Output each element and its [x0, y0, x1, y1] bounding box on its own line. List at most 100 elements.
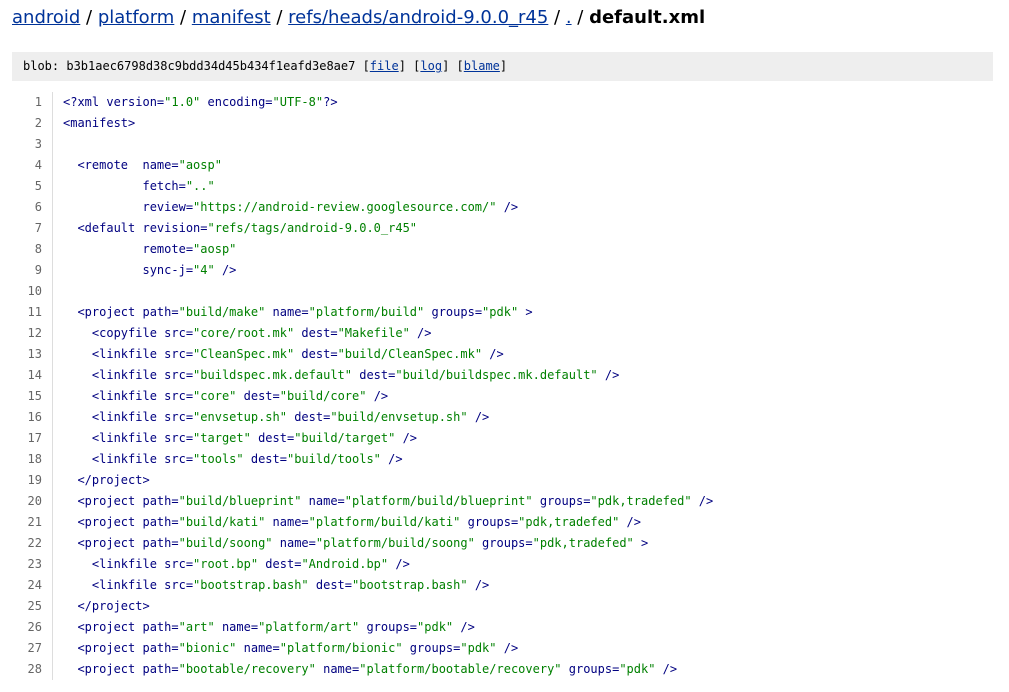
line-source: <manifest> [52, 113, 993, 134]
code-line: 22 <project path="build/soong" name="pla… [12, 533, 993, 554]
line-number[interactable]: 10 [12, 281, 52, 302]
line-number[interactable]: 22 [12, 533, 52, 554]
line-number[interactable]: 9 [12, 260, 52, 281]
code-line: 4 <remote name="aosp" [12, 155, 993, 176]
line-source: </project> [52, 470, 993, 491]
code-line: 5 fetch=".." [12, 176, 993, 197]
line-number[interactable]: 26 [12, 617, 52, 638]
breadcrumb-link-android[interactable]: android [12, 7, 80, 28]
breadcrumb-link-ref[interactable]: refs/heads/android-9.0.0_r45 [288, 7, 548, 28]
line-number[interactable]: 2 [12, 113, 52, 134]
line-source: <remote name="aosp" [52, 155, 993, 176]
code-line: 23 <linkfile src="root.bp" dest="Android… [12, 554, 993, 575]
code-line: 20 <project path="build/blueprint" name=… [12, 491, 993, 512]
line-number[interactable]: 19 [12, 470, 52, 491]
line-source: <linkfile src="target" dest="build/targe… [52, 428, 993, 449]
blob-info-bar: blob: b3b1aec6798d38c9bdd34d45b434f1eafd… [12, 52, 993, 81]
line-source: <default revision="refs/tags/android-9.0… [52, 218, 993, 239]
line-number[interactable]: 6 [12, 197, 52, 218]
breadcrumb-separator: / [174, 7, 192, 28]
code-line: 6 review="https://android-review.googles… [12, 197, 993, 218]
code-line: 8 remote="aosp" [12, 239, 993, 260]
code-line: 3 [12, 134, 993, 155]
code-line: 24 <linkfile src="bootstrap.bash" dest="… [12, 575, 993, 596]
code-line: 13 <linkfile src="CleanSpec.mk" dest="bu… [12, 344, 993, 365]
line-source: <project path="art" name="platform/art" … [52, 617, 993, 638]
line-number[interactable]: 12 [12, 323, 52, 344]
line-number[interactable]: 24 [12, 575, 52, 596]
code-line: 7 <default revision="refs/tags/android-9… [12, 218, 993, 239]
code-line: 28 <project path="bootable/recovery" nam… [12, 659, 993, 680]
blob-prefix: blob: [23, 59, 60, 73]
code-listing: 1 <?xml version="1.0" encoding="UTF-8"?> 2… [12, 92, 993, 692]
line-source: <linkfile src="envsetup.sh" dest="build/… [52, 407, 993, 428]
line-source: <linkfile src="tools" dest="build/tools"… [52, 449, 993, 470]
file-link[interactable]: file [370, 59, 399, 73]
line-source [52, 134, 993, 155]
code-line: 1 <?xml version="1.0" encoding="UTF-8"?> [12, 92, 993, 113]
code-line: 16 <linkfile src="envsetup.sh" dest="bui… [12, 407, 993, 428]
blob-hash: b3b1aec6798d38c9bdd34d45b434f1eafd3e8ae7 [66, 59, 356, 73]
line-number[interactable]: 14 [12, 365, 52, 386]
breadcrumb-link-manifest[interactable]: manifest [192, 7, 271, 28]
line-source: <linkfile src="buildspec.mk.default" des… [52, 365, 993, 386]
line-number[interactable]: 7 [12, 218, 52, 239]
code-line: 26 <project path="art" name="platform/ar… [12, 617, 993, 638]
line-number[interactable]: 8 [12, 239, 52, 260]
code-line: 2 <manifest> [12, 113, 993, 134]
line-source: remote="aosp" [52, 239, 993, 260]
line-source: <?xml version="1.0" encoding="UTF-8"?> [52, 92, 993, 113]
line-number[interactable]: 13 [12, 344, 52, 365]
code-line: 11 <project path="build/make" name="plat… [12, 302, 993, 323]
line-source: <project path="build/blueprint" name="pl… [52, 491, 993, 512]
code-line: 17 <linkfile src="target" dest="build/ta… [12, 428, 993, 449]
line-source: <project path="build/kati" name="platfor… [52, 512, 993, 533]
code-line: 15 <linkfile src="core" dest="build/core… [12, 386, 993, 407]
blame-link[interactable]: blame [464, 59, 500, 73]
line-number[interactable]: 16 [12, 407, 52, 428]
line-source: <project path="bootable/recovery" name="… [52, 659, 993, 680]
line-source: <project path="bionic" name="platform/bi… [52, 638, 993, 659]
breadcrumb-separator: / [80, 7, 98, 28]
code-line: 18 <linkfile src="tools" dest="build/too… [12, 449, 993, 470]
line-number[interactable]: 4 [12, 155, 52, 176]
line-source: <linkfile src="root.bp" dest="Android.bp… [52, 554, 993, 575]
breadcrumb-separator: / [548, 7, 566, 28]
code-line: 14 <linkfile src="buildspec.mk.default" … [12, 365, 993, 386]
code-line: 27 <project path="bionic" name="platform… [12, 638, 993, 659]
line-number[interactable]: 1 [12, 92, 52, 113]
line-number[interactable]: 21 [12, 512, 52, 533]
line-number[interactable]: 27 [12, 638, 52, 659]
breadcrumb: android / platform / manifest / refs/hea… [12, 6, 705, 30]
code-line: 19 </project> [12, 470, 993, 491]
code-line: 25 </project> [12, 596, 993, 617]
line-source: <linkfile src="core" dest="build/core" /… [52, 386, 993, 407]
line-number[interactable]: 3 [12, 134, 52, 155]
line-source: <project path="build/make" name="platfor… [52, 302, 993, 323]
line-number[interactable]: 15 [12, 386, 52, 407]
breadcrumb-separator: / [270, 7, 289, 28]
line-source: <project path="build/soong" name="platfo… [52, 533, 993, 554]
code-line: 12 <copyfile src="core/root.mk" dest="Ma… [12, 323, 993, 344]
line-source: sync-j="4" /> [52, 260, 993, 281]
line-source: review="https://android-review.googlesou… [52, 197, 993, 218]
code-line: 21 <project path="build/kati" name="plat… [12, 512, 993, 533]
line-number[interactable]: 20 [12, 491, 52, 512]
line-source: </project> [52, 596, 993, 617]
line-number[interactable]: 28 [12, 659, 52, 680]
log-link[interactable]: log [420, 59, 442, 73]
line-number[interactable]: 23 [12, 554, 52, 575]
line-number[interactable]: 5 [12, 176, 52, 197]
line-number[interactable]: 11 [12, 302, 52, 323]
page-title: default.xml [589, 7, 706, 28]
line-number[interactable]: 17 [12, 428, 52, 449]
code-line: 10 [12, 281, 993, 302]
line-number[interactable]: 25 [12, 596, 52, 617]
line-number[interactable]: 18 [12, 449, 52, 470]
breadcrumb-separator: / [571, 7, 590, 28]
line-source: <linkfile src="CleanSpec.mk" dest="build… [52, 344, 993, 365]
line-source [52, 281, 993, 302]
line-source: fetch=".." [52, 176, 993, 197]
code-line: 9 sync-j="4" /> [12, 260, 993, 281]
breadcrumb-link-platform[interactable]: platform [98, 7, 174, 28]
